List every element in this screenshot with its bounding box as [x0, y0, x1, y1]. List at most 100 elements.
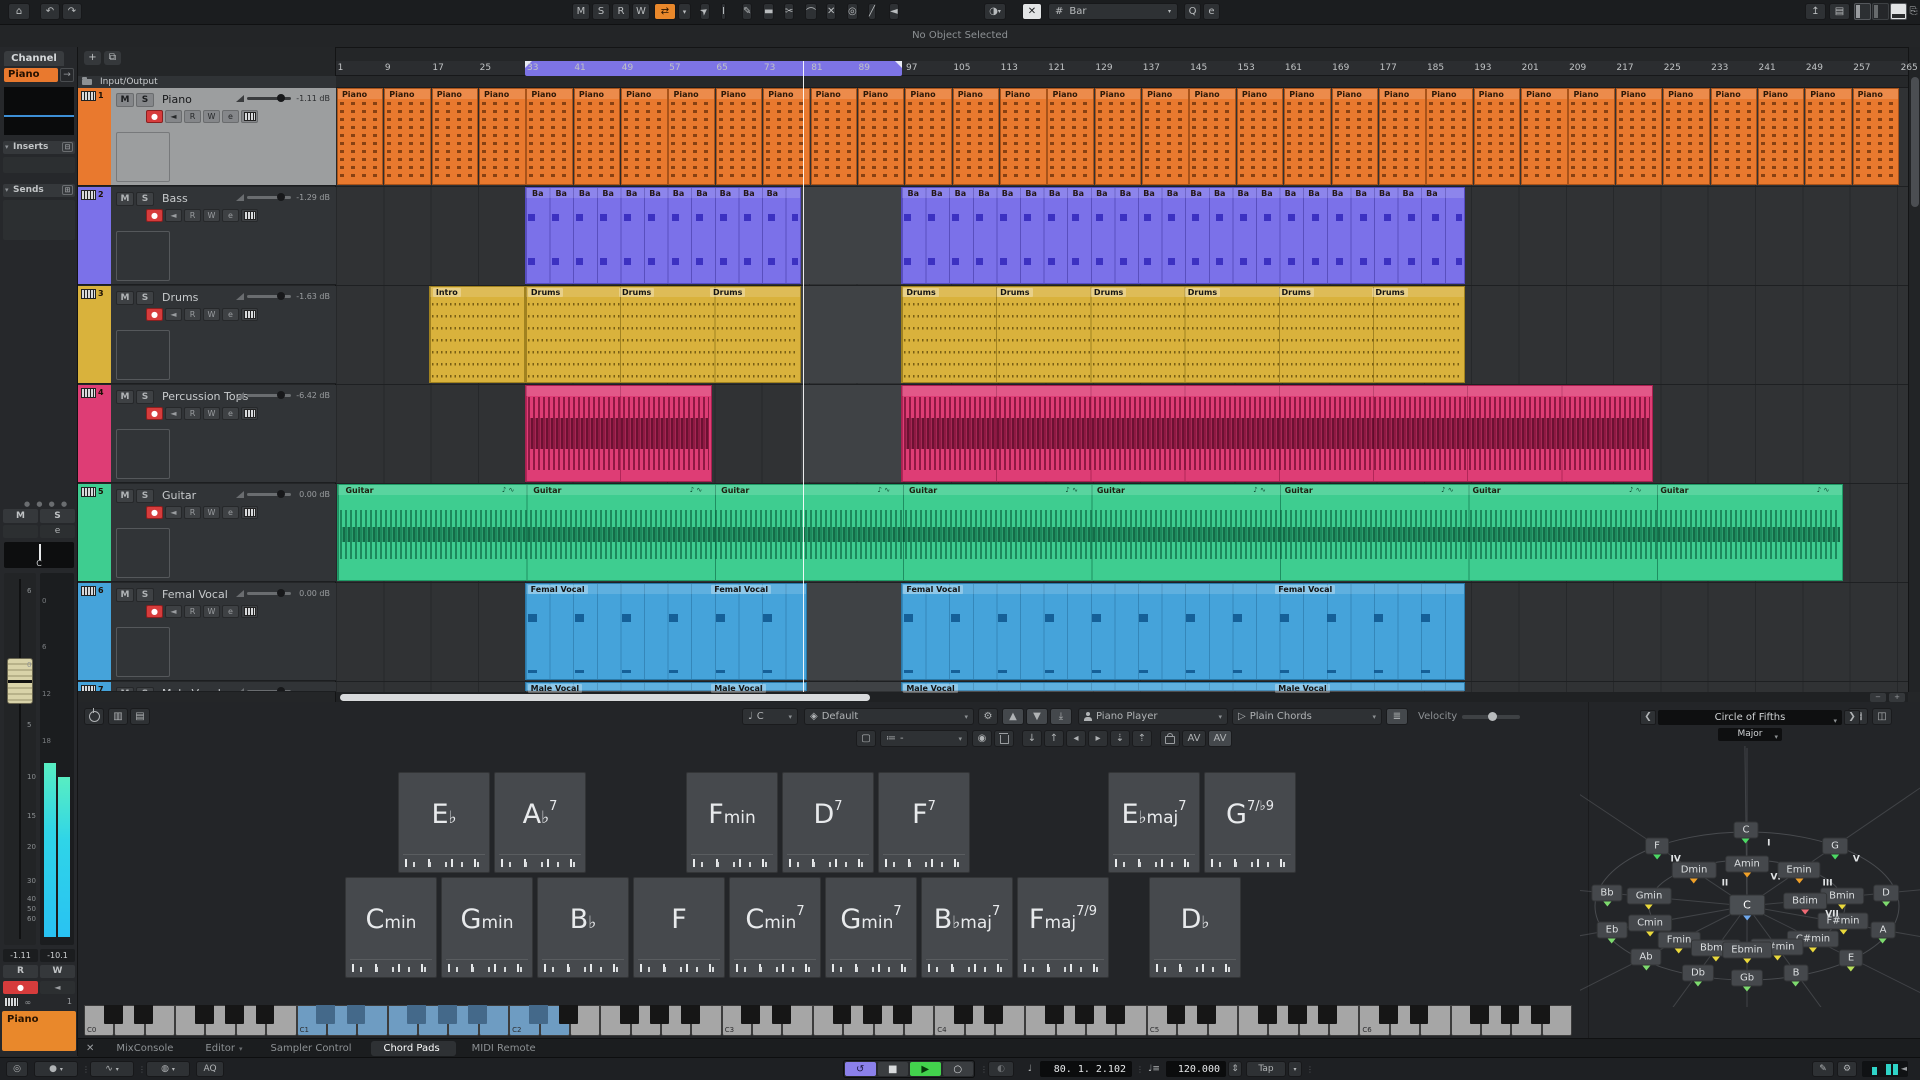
folder-track-row[interactable]: Input/Output [78, 76, 336, 88]
octave-down-button[interactable]: ⇣ [1110, 730, 1130, 747]
zoom-preset-button[interactable]: + [1889, 693, 1905, 702]
midi-clip-piano[interactable]: Piano [858, 88, 905, 185]
track-volume-slider[interactable] [247, 394, 291, 397]
fixed-velocity-button[interactable]: ✎ [1812, 1061, 1834, 1077]
track-header[interactable]: 4 M S Percussion Tops -6.42 dB ● ◄ R W [78, 385, 336, 483]
cycle-button[interactable]: ↺ [845, 1062, 876, 1076]
left-zone-toggle[interactable] [1854, 3, 1871, 20]
automation-read-all[interactable]: M [572, 3, 590, 20]
meter-peak-value[interactable]: -10.1 [40, 949, 75, 962]
chord-assign-button[interactable]: ◉ [972, 730, 992, 747]
shift-left-button[interactable]: ◂ [1066, 730, 1086, 747]
draw-tool[interactable]: ✎ [742, 3, 752, 20]
snap-toggle[interactable]: ✕ [1022, 3, 1042, 20]
piano-key-black[interactable] [1470, 1005, 1489, 1024]
redo-button[interactable]: ↷ [62, 3, 82, 20]
chord-pad[interactable]: D♭ [1149, 877, 1241, 978]
track-write-button[interactable]: W [203, 506, 220, 519]
add-track-button[interactable]: + [84, 51, 101, 65]
track-header[interactable]: 3 M S Drums -1.63 dB ● ◄ R W e [78, 286, 336, 384]
midi-clip-piano[interactable]: Piano [621, 88, 668, 185]
lower-zone-tab[interactable]: Editor▾ [193, 1041, 254, 1056]
midi-clip-female-vocal[interactable] [807, 583, 901, 680]
piano-key-black[interactable] [438, 1005, 457, 1024]
track-edit-button[interactable]: e [222, 209, 239, 222]
piano-key-black[interactable] [1167, 1005, 1186, 1024]
tempo-stepper[interactable]: ⇕ [1228, 1061, 1242, 1077]
horizontal-scroll-thumb[interactable] [340, 694, 870, 701]
piano-key-black[interactable] [1197, 1005, 1216, 1024]
pan-control[interactable]: C [4, 542, 74, 568]
audio-clip-percussion[interactable] [525, 385, 712, 482]
settings-gear-button[interactable]: ⚙ [978, 708, 998, 725]
track-edit-button[interactable]: e [222, 110, 239, 123]
chord-node[interactable]: Cmin [1628, 915, 1672, 932]
track-record-button[interactable]: ● [146, 605, 163, 618]
pads-list-button[interactable]: ▤ [130, 708, 150, 725]
track-preview-box[interactable] [116, 429, 170, 479]
piano-key-black[interactable] [1045, 1005, 1064, 1024]
track-monitor-button[interactable]: ◄ [165, 308, 182, 321]
piano-key-black[interactable] [195, 1005, 214, 1024]
punch-in-button[interactable]: ◐ [988, 1061, 1014, 1077]
piano-key-black[interactable] [741, 1005, 760, 1024]
midi-clip-male-vocal[interactable]: Male VocalMale Vocal [901, 682, 1466, 691]
grid-type-select[interactable]: # Bar ▾ [1048, 3, 1178, 20]
chord-pad[interactable]: G7/♭9 [1204, 772, 1296, 873]
track-monitor-button[interactable]: ◄ [165, 506, 182, 519]
range-selection-tool[interactable]: I [721, 3, 726, 20]
track-color-strip[interactable]: 7 [78, 682, 111, 691]
track-record-button[interactable]: ● [146, 407, 163, 420]
chord-pad[interactable]: A♭7 [494, 772, 586, 873]
piano-key-black[interactable] [529, 1005, 548, 1024]
piano-key-black[interactable] [1318, 1005, 1337, 1024]
midi-clip-piano[interactable]: Piano [1095, 88, 1142, 185]
track-write-button[interactable]: W [203, 605, 220, 618]
setup-window-layout-button[interactable]: ⎘ [1908, 3, 1919, 20]
track-monitor-button[interactable]: ◄ [165, 209, 182, 222]
midi-clip-drums[interactable]: DrumsDrumsDrums [525, 286, 800, 383]
sends-bypass-icon[interactable]: ⊞ [62, 185, 73, 195]
midi-record-mode-select[interactable]: ◍▾ [146, 1061, 190, 1077]
piano-key-black[interactable] [316, 1005, 335, 1024]
midi-clip-piano[interactable]: Piano [574, 88, 621, 185]
track-name[interactable]: Piano [162, 93, 192, 106]
audio-record-mode-select[interactable]: ∿▾ [90, 1061, 134, 1077]
remove-chord-button[interactable] [994, 730, 1014, 747]
chord-pad[interactable]: Gmin7 [825, 877, 917, 978]
track-header[interactable]: 1 M S Piano -1.11 dB ● ◄ R W e [78, 88, 336, 186]
next-assistant-button[interactable]: ❯ [1844, 710, 1860, 725]
record-mode-select[interactable]: ●▾ [34, 1061, 78, 1077]
chord-node[interactable]: Gb [1731, 970, 1763, 987]
midi-clip-piano[interactable]: Piano [1758, 88, 1805, 185]
piano-key-black[interactable] [984, 1005, 1003, 1024]
midi-clip-piano[interactable]: Piano [1521, 88, 1568, 185]
inserts-slot[interactable] [3, 157, 75, 173]
midi-clip-piano[interactable]: Piano [668, 88, 715, 185]
automation-solo-all[interactable]: S [592, 3, 610, 20]
track-instrument-button[interactable] [241, 110, 258, 123]
chord-pad[interactable]: B♭ [537, 877, 629, 978]
track-volume-slider[interactable] [247, 493, 291, 496]
chord-pad[interactable]: F [633, 877, 725, 978]
midi-clip-piano[interactable]: Piano [1237, 88, 1284, 185]
track-color-strip[interactable]: 2 [78, 187, 111, 284]
piano-key-black[interactable] [468, 1005, 487, 1024]
undo-button[interactable]: ↶ [40, 3, 60, 20]
channel-blank-button[interactable] [3, 525, 38, 538]
track-color-strip[interactable]: 6 [78, 583, 111, 680]
midi-clip-piano[interactable]: Piano [1853, 88, 1900, 185]
midi-clip-piano[interactable]: Piano [1284, 88, 1331, 185]
track-record-button[interactable]: ● [146, 110, 163, 123]
track-name[interactable]: Male Vocal [162, 687, 221, 692]
track-mute-button[interactable]: M [116, 93, 134, 107]
channel-edit-button[interactable]: e [40, 525, 75, 538]
track-solo-button[interactable]: S [136, 93, 154, 107]
track-solo-button[interactable]: S [136, 687, 154, 693]
chord-pad[interactable]: Gmin [441, 877, 533, 978]
track-color-strip[interactable]: 3 [78, 286, 111, 383]
track-name[interactable]: Femal Vocal [162, 588, 228, 601]
midi-clip-piano[interactable]: Piano [1142, 88, 1189, 185]
piano-key-black[interactable] [863, 1005, 882, 1024]
chord-node[interactable]: F IV [1645, 838, 1669, 855]
